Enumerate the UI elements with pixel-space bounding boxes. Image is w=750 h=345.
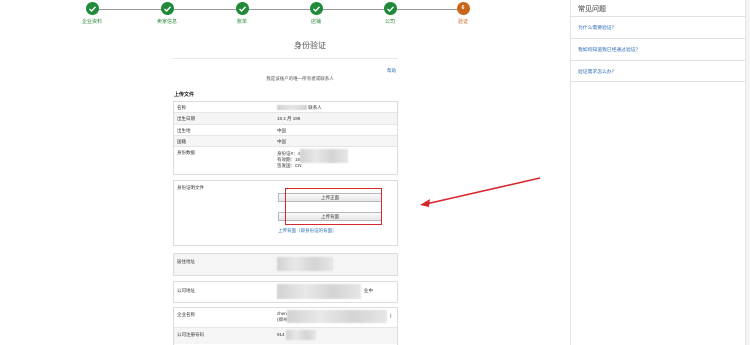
step-store: 店铺 — [281, 2, 351, 25]
check-icon — [85, 2, 99, 15]
table-row: 身份数据 身份证#：4 有效期：19.2 签发国：CN — [174, 147, 397, 174]
step-label: 验证 — [457, 19, 468, 25]
scrollbar[interactable] — [745, 0, 750, 345]
step-company-info: 企业资料 — [57, 2, 127, 25]
step-label: 公司 — [384, 19, 395, 25]
table-row: 公司地址 业中 — [174, 282, 397, 302]
step-label: 账单 — [236, 19, 247, 25]
step-number-badge: 6 — [456, 2, 470, 15]
step-seller-info: 卖家信息 — [132, 2, 202, 25]
step-label: 企业资料 — [81, 19, 102, 25]
row-key: 出生日期 — [177, 116, 195, 121]
table-row: 出生日期 19 2 月 199 — [174, 113, 397, 125]
table-row: 出生地 中国 — [174, 125, 397, 136]
faq-item: 为什么需要验证？ — [571, 16, 747, 38]
row-key: 名称 — [177, 105, 186, 110]
row-value: 业中 — [364, 288, 373, 293]
row-value: 19 2 月 199 — [277, 116, 301, 121]
row-key: 出生地 — [177, 128, 191, 133]
residential-address-block: 居住地址 — [173, 253, 398, 276]
step-label: 店铺 — [310, 19, 321, 25]
section-heading: 上传文件 — [174, 92, 195, 98]
page-title: 身份验证 — [294, 41, 326, 50]
row-value: zhen — [277, 311, 287, 316]
faq-link[interactable]: 我如何知道我已经通过验证？ — [578, 46, 640, 53]
progress-stepper: 企业资料 卖家信息 账单 店铺 公司 6 验证 — [78, 2, 476, 25]
table-row: 名称 联系人 — [174, 102, 397, 113]
check-icon — [309, 2, 323, 15]
row-key: 居住地址 — [177, 259, 195, 264]
row-value-suffix: ) — [390, 313, 392, 318]
table-row: 企业名称 zhen (郑州 ) — [174, 308, 397, 328]
row-value-line2: (郑州 — [277, 317, 288, 322]
row-value: 中国 — [277, 139, 286, 144]
table-row: 公司注册号码 914 — [174, 328, 397, 344]
annotation-highlight-box — [285, 188, 382, 225]
company-address-block: 公司地址 业中 — [173, 281, 398, 303]
step-number: 6 — [461, 5, 465, 11]
redacted-text — [287, 310, 387, 323]
check-icon — [160, 2, 174, 15]
help-link[interactable]: 帮助 — [387, 68, 396, 74]
row-key: 企业名称 — [177, 312, 195, 317]
id-country-line: 签发国：CN — [277, 163, 302, 168]
check-icon — [383, 2, 397, 15]
row-value: 中国 — [277, 128, 286, 133]
row-value: 联系人 — [277, 105, 322, 111]
faq-item: 验证需求怎么办？ — [571, 60, 747, 82]
page-subtitle: 我是该账户的唯一所有者或联系人 — [266, 76, 334, 81]
step-label: 卖家信息 — [156, 19, 177, 25]
id-document-label: 身份证明文件 — [177, 185, 204, 190]
upload-hint-text: 上传背面（即身份证的背面） — [278, 228, 337, 233]
redacted-text — [286, 330, 316, 340]
redacted-text — [277, 105, 307, 111]
row-key: 身份数据 — [177, 150, 195, 155]
row-key: 国籍 — [177, 139, 186, 144]
faq-item: 我如何知道我已经通过验证？ — [571, 38, 747, 60]
row-key: 公司注册号码 — [177, 332, 204, 337]
faq-link[interactable]: 验证需求怎么办？ — [578, 68, 616, 75]
step-billing: 账单 — [207, 2, 277, 25]
annotation-arrow-icon — [420, 177, 541, 207]
check-icon — [235, 2, 249, 15]
identity-info-table: 名称 联系人 出生日期 19 2 月 199 出生地 中国 国籍 中国 身份数据… — [173, 101, 398, 175]
faq-link[interactable]: 为什么需要验证？ — [578, 24, 616, 31]
divider — [172, 58, 398, 59]
company-info-table: 企业名称 zhen (郑州 ) 公司注册号码 914 — [173, 307, 398, 345]
row-value-text: 联系人 — [308, 105, 322, 110]
redacted-text — [277, 257, 333, 271]
sidebar-title: 常见问题 — [578, 6, 606, 13]
step-company: 公司 — [355, 2, 425, 25]
step-verification: 6 验证 — [428, 2, 498, 25]
faq-sidebar: 常见问题 为什么需要验证？ 我如何知道我已经通过验证？ 验证需求怎么办？ — [570, 0, 747, 345]
redacted-text — [300, 149, 348, 163]
table-row: 居住地址 — [174, 254, 397, 275]
redacted-text — [277, 284, 361, 299]
table-row: 国籍 中国 — [174, 136, 397, 147]
row-key: 公司地址 — [177, 288, 195, 293]
row-value: 914 — [277, 332, 285, 337]
